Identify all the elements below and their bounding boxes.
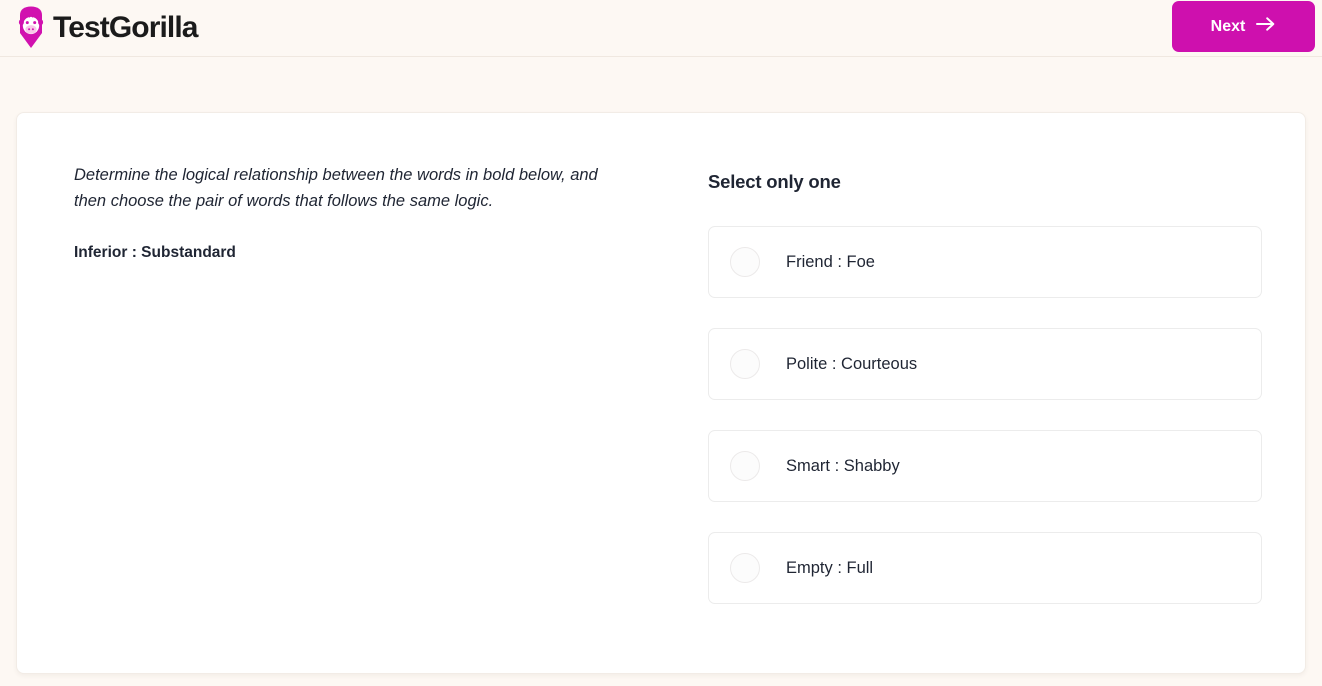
answer-option-3[interactable]: Smart : Shabby	[708, 430, 1262, 502]
answer-option-4[interactable]: Empty : Full	[708, 532, 1262, 604]
answer-option-label-1: Friend : Foe	[786, 252, 875, 271]
answers-panel: Select only one Friend : Foe Polite : Co…	[657, 113, 1305, 673]
answer-option-label-4: Empty : Full	[786, 558, 874, 577]
question-word-pair: Inferior : Substandard	[74, 244, 236, 262]
question-panel: Determine the logical relationship betwe…	[17, 113, 657, 673]
answer-options-list: Friend : Foe Polite : Courteous Smart : …	[708, 226, 1262, 604]
next-button[interactable]: Next	[1172, 1, 1315, 52]
next-button-label: Next	[1210, 17, 1246, 35]
answer-option-label-3: Smart : Shabby	[786, 456, 900, 475]
radio-button-icon-1[interactable]	[730, 247, 760, 277]
question-prompt: Determine the logical relationship betwe…	[74, 166, 598, 210]
answer-option-label-2: Polite : Courteous	[786, 354, 918, 373]
answer-option-1[interactable]: Friend : Foe	[708, 226, 1262, 298]
answers-title: Select only one	[708, 171, 841, 192]
answer-option-2[interactable]: Polite : Courteous	[708, 328, 1262, 400]
question-card: Determine the logical relationship betwe…	[16, 112, 1306, 674]
app-header: TestGorilla Next	[0, 0, 1322, 57]
gorilla-logo-icon	[16, 6, 46, 50]
radio-button-icon-2[interactable]	[730, 349, 760, 379]
radio-button-icon-3[interactable]	[730, 451, 760, 481]
radio-button-icon-4[interactable]	[730, 553, 760, 583]
brand-name: TestGorilla	[53, 11, 198, 44]
arrow-right-icon	[1256, 16, 1276, 37]
brand: TestGorilla	[16, 6, 198, 50]
